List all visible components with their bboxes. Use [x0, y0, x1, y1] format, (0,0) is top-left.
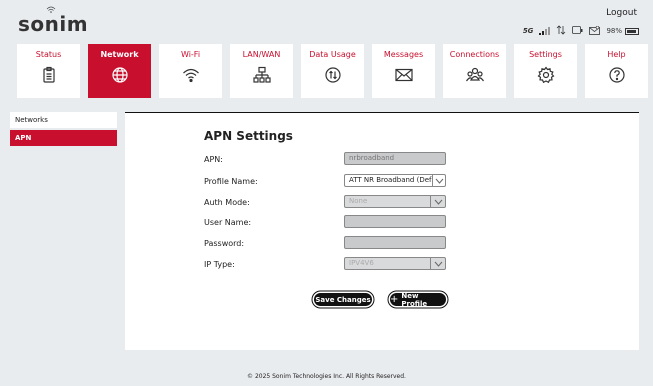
logout-link[interactable]: Logout [606, 8, 637, 18]
chevron-down-icon [430, 258, 445, 269]
device-icon [572, 25, 583, 37]
ip-type-value: IPV4V6 [349, 259, 374, 267]
globe-icon [111, 66, 129, 84]
tab-lan-wan[interactable]: LAN/WAN [230, 44, 293, 98]
network-type: 5G [522, 27, 534, 35]
auth-mode-label: Auth Mode: [204, 197, 250, 207]
ip-type-select[interactable]: IPV4V6 [344, 257, 446, 270]
tab-messages-label: Messages [383, 50, 424, 59]
tab-data-usage-label: Data Usage [309, 50, 356, 59]
tab-status[interactable]: Status [17, 44, 80, 98]
new-profile-button[interactable]: + New Profile [390, 291, 446, 308]
ip-type-label: IP Type: [204, 259, 235, 269]
people-icon [465, 66, 484, 84]
gear-icon [537, 66, 555, 84]
tab-network-label: Network [100, 50, 139, 59]
user-name-row: User Name: [204, 215, 344, 229]
password-label: Password: [204, 238, 245, 248]
user-name-label: User Name: [204, 217, 252, 227]
auth-mode-value: None [349, 197, 368, 205]
tab-connections-label: Connections [449, 50, 500, 59]
battery-icon [625, 27, 639, 35]
plus-icon: + [390, 293, 399, 305]
apn-label: APN: [204, 154, 223, 164]
logo-signal-icon [46, 5, 56, 15]
sidebar-item-networks[interactable]: Networks [10, 112, 117, 128]
tab-wifi[interactable]: Wi-Fi [159, 44, 222, 98]
tab-network[interactable]: Network [88, 44, 151, 98]
profile-name-row: Profile Name: [204, 174, 344, 188]
tab-status-label: Status [35, 50, 62, 59]
tab-help-label: Help [607, 50, 626, 59]
apn-field[interactable]: nrbroadband [344, 152, 446, 165]
main-nav: Status Network Wi-Fi LAN/WAN Data Usage … [17, 44, 648, 98]
auth-mode-select[interactable]: None [344, 195, 446, 208]
tab-lan-wan-label: LAN/WAN [242, 50, 281, 59]
chevron-down-icon [430, 196, 445, 207]
profile-name-label: Profile Name: [204, 176, 258, 186]
apn-row: APN: [204, 152, 344, 166]
profile-name-value: ATT NR Broadband (Default) [349, 176, 432, 184]
battery-percent: 98% [606, 27, 622, 35]
brand-name: sonim [18, 12, 89, 36]
sonim-logo: sonim [18, 6, 89, 36]
auth-mode-row: Auth Mode: [204, 195, 344, 209]
apn-value: nrbroadband [349, 154, 395, 162]
wifi-icon [182, 66, 200, 84]
user-name-field[interactable] [344, 215, 446, 228]
data-usage-icon [324, 66, 342, 84]
tab-settings-label: Settings [529, 50, 562, 59]
message-icon [589, 25, 601, 37]
help-icon [608, 66, 626, 84]
tab-wifi-label: Wi-Fi [180, 50, 201, 59]
password-row: Password: [204, 236, 344, 250]
data-transfer-icon [556, 25, 566, 37]
envelope-icon [394, 66, 413, 84]
save-changes-button[interactable]: Save Changes [314, 293, 372, 306]
apn-settings-panel: APN Settings APN: nrbroadband Profile Na… [125, 112, 639, 350]
ip-type-row: IP Type: [204, 257, 344, 271]
sidebar: Networks APN [10, 112, 117, 148]
tab-help[interactable]: Help [585, 44, 648, 98]
status-bar: 5G 98% [523, 25, 639, 37]
signal-strength-icon [539, 27, 551, 35]
profile-name-select[interactable]: ATT NR Broadband (Default) [344, 174, 446, 187]
lan-icon [252, 66, 271, 84]
tab-connections[interactable]: Connections [443, 44, 506, 98]
tab-messages[interactable]: Messages [372, 44, 435, 98]
chevron-down-icon [432, 175, 445, 186]
tab-data-usage[interactable]: Data Usage [301, 44, 364, 98]
new-profile-label: New Profile [401, 291, 428, 308]
status-clipboard-icon [40, 66, 58, 84]
password-field[interactable] [344, 236, 446, 249]
page-title: APN Settings [204, 129, 293, 143]
footer-copyright: © 2025 Sonim Technologies Inc. All Right… [247, 373, 406, 380]
save-changes-label: Save Changes [315, 295, 371, 304]
tab-settings[interactable]: Settings [514, 44, 577, 98]
sidebar-item-apn[interactable]: APN [10, 130, 117, 146]
battery-indicator: 98% [606, 27, 639, 35]
